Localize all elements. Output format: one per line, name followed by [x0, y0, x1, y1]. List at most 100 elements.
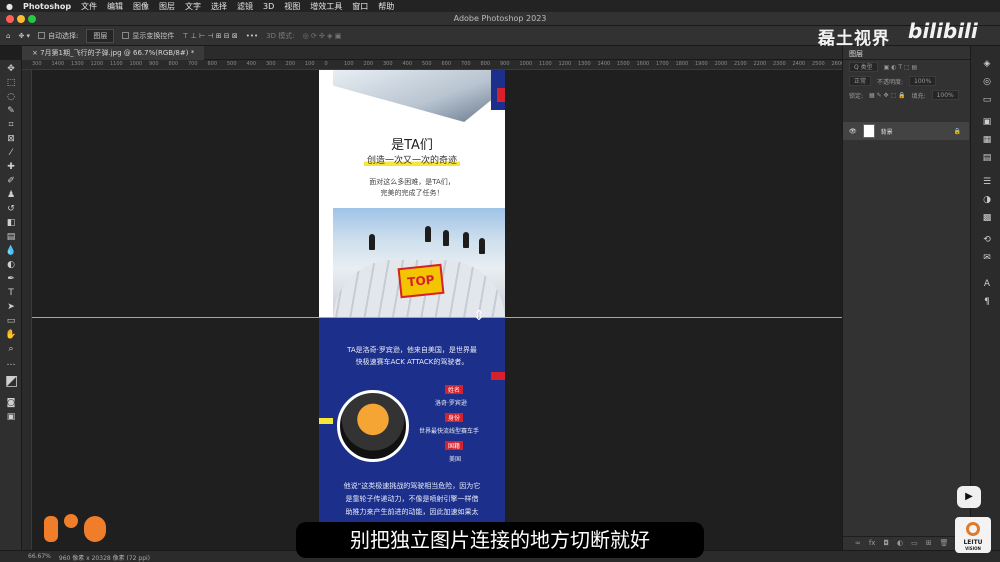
dodge-tool-icon[interactable]: ◐: [5, 260, 17, 270]
visibility-eye-icon[interactable]: 👁: [849, 128, 857, 135]
blend-mode-dropdown[interactable]: 正常: [849, 76, 872, 86]
color-swatches-icon[interactable]: ◩: [5, 374, 18, 388]
brush-tool-icon[interactable]: ✐: [5, 176, 17, 186]
channels-panel-icon[interactable]: ◎: [981, 76, 993, 88]
menu-layer[interactable]: 图层: [159, 1, 175, 12]
ruler-tick: 900: [149, 61, 159, 67]
hand-tool-icon[interactable]: ✋: [5, 330, 17, 340]
adjustment-layer-icon[interactable]: ◐: [897, 539, 903, 548]
menu-view[interactable]: 视图: [284, 1, 300, 12]
menu-window[interactable]: 窗口: [352, 1, 368, 12]
more-tools-icon[interactable]: …: [5, 358, 17, 368]
properties-panel-icon[interactable]: ☰: [981, 176, 993, 188]
auto-select-toggle[interactable]: 自动选择:: [38, 31, 78, 41]
character-panel-icon[interactable]: A: [981, 278, 993, 290]
quick-select-icon[interactable]: ✎: [5, 106, 17, 116]
libraries-panel-icon[interactable]: ▩: [981, 212, 993, 224]
ruler-tick: 1200: [558, 61, 572, 67]
close-tab-icon[interactable]: ×: [32, 49, 40, 57]
layer-filter-dropdown[interactable]: Q 类型: [849, 62, 878, 72]
horizontal-ruler[interactable]: 300 1400 1300 1200 1100 1000 900 800 700 600 500 40…: [22, 60, 842, 70]
paths-panel-icon[interactable]: ▭: [981, 94, 993, 106]
eraser-tool-icon[interactable]: ◧: [5, 218, 17, 228]
blur-tool-icon[interactable]: 💧: [5, 246, 17, 256]
gradients-panel-icon[interactable]: ▤: [981, 152, 993, 164]
fill-field[interactable]: 100%: [931, 90, 959, 100]
layer-style-icon[interactable]: fx: [869, 539, 876, 548]
path-select-icon[interactable]: ➤: [5, 302, 17, 312]
gradient-tool-icon[interactable]: ▤: [5, 232, 17, 242]
eyedropper-icon[interactable]: ⁄: [5, 148, 17, 158]
ruler-tick: 100: [344, 61, 354, 67]
screen-mode-icon[interactable]: ▣: [5, 412, 17, 422]
crop-tool-icon[interactable]: ⌗: [5, 120, 17, 130]
menu-filter[interactable]: 滤镜: [237, 1, 253, 12]
pen-tool-icon[interactable]: ✒: [5, 274, 17, 284]
opacity-field[interactable]: 100%: [909, 76, 937, 86]
menu-app-name[interactable]: Photoshop: [23, 2, 71, 11]
marquee-tool-icon[interactable]: ⬚: [5, 78, 17, 88]
menu-help[interactable]: 帮助: [378, 1, 394, 12]
swatches-panel-icon[interactable]: ▦: [981, 134, 993, 146]
ruler-tick: 800: [480, 61, 491, 67]
quick-mask-icon[interactable]: ◙: [5, 398, 17, 408]
shape-tool-icon[interactable]: ▭: [5, 316, 17, 326]
document-tab[interactable]: × 7月第1期_飞行的子弹.jpg @ 66.7%(RGB/8#) *: [22, 46, 205, 60]
comments-panel-icon[interactable]: ✉: [981, 252, 993, 264]
video-subtitle: 别把独立图片连接的地方切断就好: [296, 522, 704, 558]
lasso-tool-icon[interactable]: ◌: [5, 92, 17, 102]
fill-label: 填充:: [911, 92, 926, 100]
filter-icons[interactable]: ▣ ◐ T ⬚ ▤: [884, 64, 918, 71]
layer-row-background[interactable]: 👁 背景 🔒: [843, 122, 969, 140]
history-brush-icon[interactable]: ↺: [5, 204, 17, 214]
healing-brush-icon[interactable]: ✚: [5, 162, 17, 172]
history-panel-icon[interactable]: ⟲: [981, 234, 993, 246]
lock-icons[interactable]: ▦ ✎ ✥ ⬚ 🔒: [869, 92, 906, 99]
zoom-tool-icon[interactable]: ⌕: [5, 344, 17, 354]
menu-file[interactable]: 文件: [81, 1, 97, 12]
layer-name: 背景: [880, 128, 893, 136]
delete-layer-icon[interactable]: 🗑: [940, 539, 949, 548]
artwork-heading: 是TA们: [391, 138, 433, 153]
layers-panel-icon[interactable]: ◈: [981, 58, 993, 70]
adjustments-panel-icon[interactable]: ◑: [981, 194, 993, 206]
ruler-tick: 1800: [675, 61, 689, 67]
menu-select[interactable]: 选择: [211, 1, 227, 12]
ruler-tick: 1000: [129, 61, 143, 67]
menu-type[interactable]: 文字: [185, 1, 201, 12]
color-panel-icon[interactable]: ▣: [981, 116, 993, 128]
person-figure: [443, 230, 449, 246]
auto-select-checkbox[interactable]: [38, 32, 46, 39]
name-value: 洛奇·罗宾逊: [435, 400, 467, 407]
menu-edit[interactable]: 编辑: [107, 1, 123, 12]
canvas-area[interactable]: 是TA们 创造一次又一次的奇迹 面对这么多困难，是TA们， 完美的完成了任务！ …: [32, 70, 842, 550]
apple-icon[interactable]: ●: [6, 2, 13, 11]
move-tool-icon[interactable]: ✥ ▾: [18, 32, 30, 40]
vertical-ruler[interactable]: [22, 70, 32, 550]
menu-3d[interactable]: 3D: [263, 2, 274, 11]
play-icon[interactable]: ▶: [957, 486, 981, 508]
frame-tool-icon[interactable]: ⊠: [5, 134, 17, 144]
new-group-icon[interactable]: ▭: [911, 539, 918, 548]
ruler-tick: 600: [207, 61, 218, 67]
new-layer-icon[interactable]: ⊞: [926, 539, 932, 548]
align-icons[interactable]: ⊤ ⊥ ⊢ ⊣ ⊞ ⊟ ⊠: [182, 32, 237, 40]
auto-select-dropdown[interactable]: 图层: [86, 28, 115, 43]
add-mask-icon[interactable]: ◘: [883, 539, 889, 548]
menu-plugins[interactable]: 增效工具: [310, 1, 342, 12]
link-layers-icon[interactable]: ∞: [855, 539, 861, 548]
ruler-tick: 1300: [71, 61, 84, 67]
home-icon[interactable]: ⌂: [6, 32, 10, 40]
stamp-tool-icon[interactable]: ♟: [5, 190, 17, 200]
show-transform-checkbox[interactable]: [122, 32, 130, 39]
show-transform-toggle[interactable]: 显示变换控件: [122, 31, 174, 41]
more-options-icon[interactable]: •••: [246, 32, 258, 40]
move-tool-icon[interactable]: ✥: [5, 64, 17, 74]
ruler-tick: 1100: [110, 61, 123, 67]
horizontal-guide[interactable]: [32, 317, 842, 318]
paragraph-panel-icon[interactable]: ¶: [981, 296, 993, 308]
artwork-tagline: 创造一次又一次的奇迹: [319, 153, 505, 166]
type-tool-icon[interactable]: T: [5, 288, 17, 298]
zoom-level[interactable]: 66.67%: [28, 553, 51, 560]
menu-image[interactable]: 图像: [133, 1, 149, 12]
